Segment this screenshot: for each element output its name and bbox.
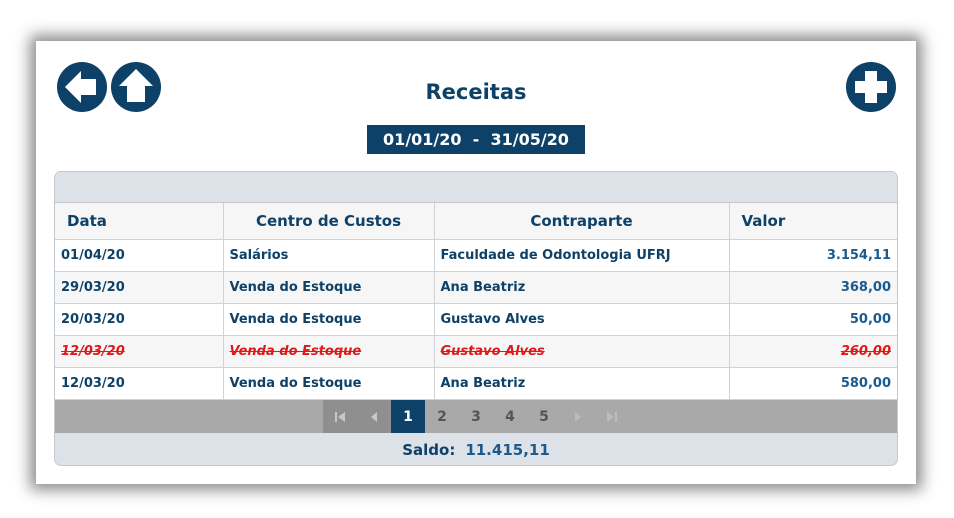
pager-page-5[interactable]: 5 xyxy=(527,400,561,433)
cell-contraparte: Ana Beatriz xyxy=(434,271,730,304)
pager-page-3[interactable]: 3 xyxy=(459,400,493,433)
receitas-table: Data Centro de Custos Contraparte Valor … xyxy=(55,203,897,400)
page-title: Receitas xyxy=(425,80,527,104)
skip-first-icon xyxy=(335,411,345,422)
saldo-footer: Saldo: 11.415,11 xyxy=(55,433,897,465)
table-row[interactable]: 01/04/20 Salários Faculdade de Odontolog… xyxy=(55,239,897,272)
column-header-centro-de-custos[interactable]: Centro de Custos xyxy=(223,203,435,240)
cell-data: 29/03/20 xyxy=(55,271,224,304)
cell-centro-de-custos: Venda do Estoque xyxy=(223,303,435,336)
cell-data: 20/03/20 xyxy=(55,303,224,336)
cell-contraparte: Faculdade de Odontologia UFRJ xyxy=(434,239,730,272)
pager: 1 2 3 4 5 xyxy=(55,400,897,433)
cell-centro-de-custos: Venda do Estoque xyxy=(223,367,435,400)
cell-centro-de-custos: Venda do Estoque xyxy=(223,271,435,304)
cell-valor: 260,00 xyxy=(729,335,897,368)
table-row[interactable]: 20/03/20 Venda do Estoque Gustavo Alves … xyxy=(55,303,897,336)
cell-data: 12/03/20 xyxy=(55,335,224,368)
pager-page-1[interactable]: 1 xyxy=(391,400,425,433)
cell-valor: 50,00 xyxy=(729,303,897,336)
grid-toolbar xyxy=(55,172,897,203)
cell-centro-de-custos: Salários xyxy=(223,239,435,272)
cell-data: 12/03/20 xyxy=(55,367,224,400)
pager-next-button[interactable] xyxy=(561,400,595,433)
pager-page-2[interactable]: 2 xyxy=(425,400,459,433)
cell-contraparte: Ana Beatriz xyxy=(434,367,730,400)
saldo-value: 11.415,11 xyxy=(465,440,550,459)
column-header-contraparte[interactable]: Contraparte xyxy=(434,203,730,240)
receitas-panel: Receitas 01/01/20 - 31/05/20 Data Centro… xyxy=(36,41,916,484)
table-row[interactable]: 12/03/20 Venda do Estoque Ana Beatriz 58… xyxy=(55,367,897,400)
cell-contraparte: Gustavo Alves xyxy=(434,303,730,336)
date-range-filter[interactable]: 01/01/20 - 31/05/20 xyxy=(367,125,585,154)
table-header-row: Data Centro de Custos Contraparte Valor xyxy=(55,203,897,240)
table-row-cancelled[interactable]: 12/03/20 Venda do Estoque Gustavo Alves … xyxy=(55,335,897,368)
pager-last-button[interactable] xyxy=(595,400,629,433)
cell-valor: 3.154,11 xyxy=(729,239,897,272)
cell-data: 01/04/20 xyxy=(55,239,224,272)
cell-valor: 580,00 xyxy=(729,367,897,400)
chevron-left-icon xyxy=(371,411,377,422)
skip-last-icon xyxy=(607,411,617,422)
cell-centro-de-custos: Venda do Estoque xyxy=(223,335,435,368)
receitas-grid: Data Centro de Custos Contraparte Valor … xyxy=(54,171,898,466)
column-header-valor[interactable]: Valor xyxy=(729,203,897,240)
cell-contraparte: Gustavo Alves xyxy=(434,335,730,368)
pager-page-4[interactable]: 4 xyxy=(493,400,527,433)
chevron-right-icon xyxy=(575,411,581,422)
saldo-label: Saldo: xyxy=(402,440,456,459)
column-header-data[interactable]: Data xyxy=(55,203,224,240)
table-row[interactable]: 29/03/20 Venda do Estoque Ana Beatriz 36… xyxy=(55,271,897,304)
pager-prev-button[interactable] xyxy=(357,400,391,433)
pager-first-button[interactable] xyxy=(323,400,357,433)
cell-valor: 368,00 xyxy=(729,271,897,304)
